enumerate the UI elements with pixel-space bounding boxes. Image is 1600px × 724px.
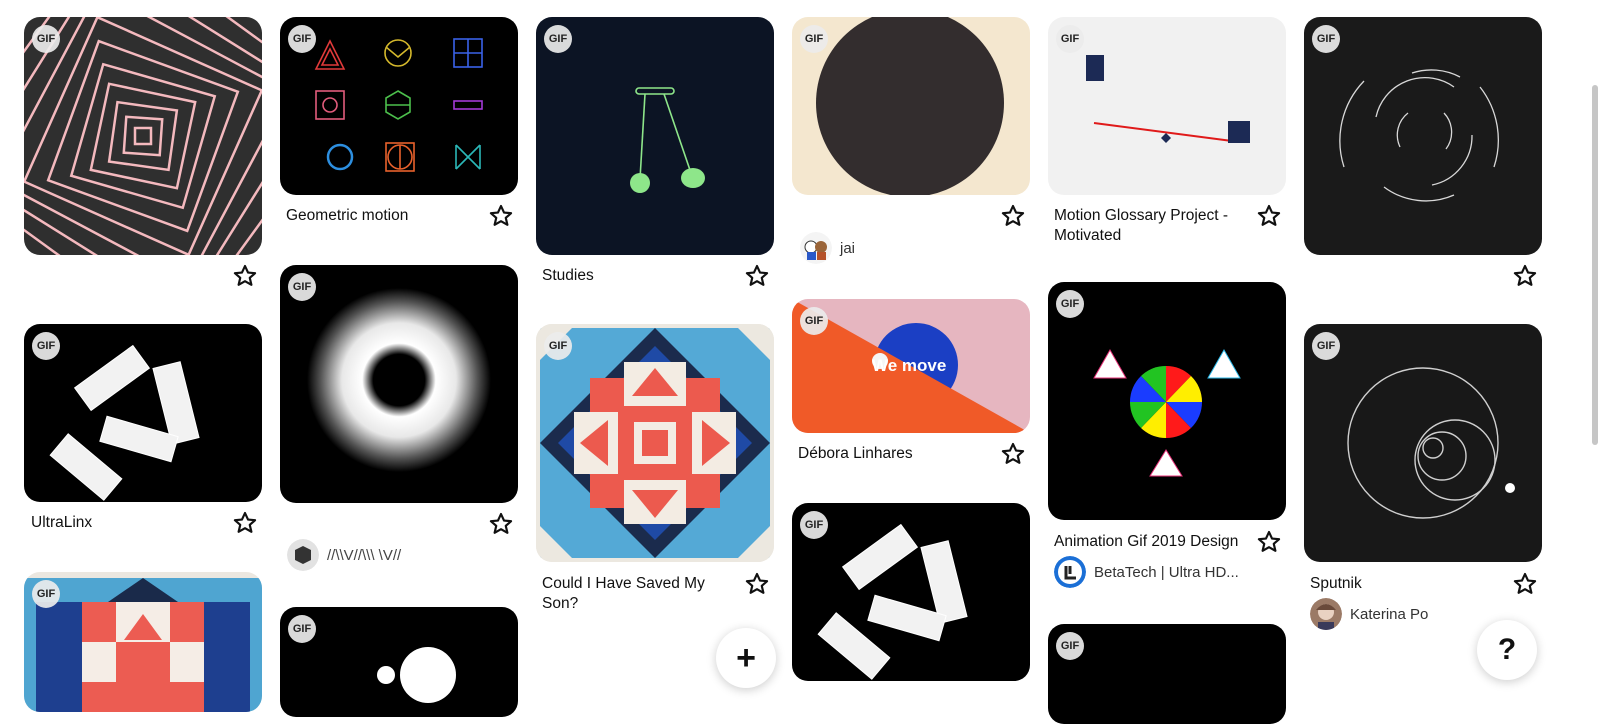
pin-image-we-move[interactable]: We move GIF (792, 299, 1030, 433)
creator[interactable]: //\\V//\\\ \V// (287, 539, 401, 571)
save-star-icon[interactable] (1256, 529, 1282, 555)
avatar (1054, 556, 1086, 588)
pin-image-concentric-arcs[interactable]: GIF (1304, 17, 1542, 255)
pin-title[interactable]: Geometric motion (286, 206, 408, 226)
pin-image-quilt[interactable]: GIF (24, 572, 262, 712)
save-star-icon[interactable] (1000, 203, 1026, 229)
gif-badge: GIF (800, 307, 828, 335)
pin-image-spiral-squares[interactable]: GIF (24, 17, 262, 255)
gif-badge: GIF (1312, 332, 1340, 360)
pin-title[interactable]: Could I Have Saved My Son? (542, 574, 732, 614)
pin-image-color-wheel[interactable]: GIF (1048, 282, 1286, 520)
pin-image-fuzzy-ring[interactable]: GIF (280, 265, 518, 503)
overlay-text: We move (872, 356, 947, 375)
pin-image-quilt-square[interactable]: GIF (536, 324, 774, 562)
save-star-icon[interactable] (1256, 203, 1282, 229)
gif-badge: GIF (1312, 25, 1340, 53)
save-star-icon[interactable] (1512, 571, 1538, 597)
help-button[interactable]: ? (1477, 620, 1537, 680)
save-star-icon[interactable] (488, 511, 514, 537)
pin-image-ultralinx[interactable]: GIF (24, 324, 262, 502)
avatar (800, 232, 832, 264)
save-star-icon[interactable] (1512, 263, 1538, 289)
pin-image-geometric-motion[interactable]: GIF (280, 17, 518, 195)
save-star-icon[interactable] (232, 510, 258, 536)
pin-image-ultralinx-2[interactable]: GIF (792, 503, 1030, 681)
pin-image-circles[interactable]: GIF (280, 607, 518, 717)
pin-title[interactable]: Motion Glossary Project - Motivated (1054, 206, 1244, 246)
creator[interactable]: jai (800, 232, 855, 264)
save-star-icon[interactable] (744, 263, 770, 289)
gif-badge: GIF (1056, 290, 1084, 318)
creator-name: BetaTech | Ultra HD... (1094, 563, 1239, 581)
pin-title[interactable]: Animation Gif 2019 Design (1054, 532, 1238, 552)
avatar (287, 539, 319, 571)
creator[interactable]: BetaTech | Ultra HD... (1054, 556, 1239, 588)
creator[interactable]: Katerina Po (1310, 598, 1428, 630)
creator-name: //\\V//\\\ \V// (327, 546, 402, 564)
avatar (1310, 598, 1342, 630)
save-star-icon[interactable] (232, 263, 258, 289)
gif-badge: GIF (544, 25, 572, 53)
gif-badge: GIF (1056, 632, 1084, 660)
add-button[interactable]: + (716, 628, 776, 688)
save-star-icon[interactable] (744, 571, 770, 597)
question-icon: ? (1497, 633, 1517, 666)
pin-title[interactable]: Sputnik (1310, 574, 1362, 594)
gif-badge: GIF (800, 511, 828, 539)
creator-name: Katerina Po (1350, 605, 1429, 623)
pin-image-studies-pendulum[interactable]: GIF (536, 17, 774, 255)
pin-title[interactable]: UltraLinx (31, 513, 92, 533)
pin-image-dark-tile[interactable]: GIF (1048, 624, 1286, 724)
pin-title[interactable]: Studies (542, 266, 594, 286)
save-star-icon[interactable] (488, 203, 514, 229)
save-star-icon[interactable] (1000, 441, 1026, 467)
gif-badge: GIF (32, 332, 60, 360)
gif-badge: GIF (32, 580, 60, 608)
pin-image-motion-glossary[interactable]: GIF (1048, 17, 1286, 195)
plus-icon: + (736, 638, 756, 677)
gif-badge: GIF (1056, 25, 1084, 53)
gif-badge: GIF (288, 615, 316, 643)
gif-badge: GIF (32, 25, 60, 53)
scrollbar[interactable] (1592, 85, 1598, 445)
creator-name: jai (840, 239, 856, 257)
pin-image-sputnik[interactable]: GIF (1304, 324, 1542, 562)
gif-badge: GIF (800, 25, 828, 53)
gif-badge: GIF (544, 332, 572, 360)
gif-badge: GIF (288, 25, 316, 53)
pin-image-dark-circle[interactable]: GIF (792, 17, 1030, 195)
gif-badge: GIF (288, 273, 316, 301)
pin-title[interactable]: Débora Linhares (798, 444, 913, 464)
